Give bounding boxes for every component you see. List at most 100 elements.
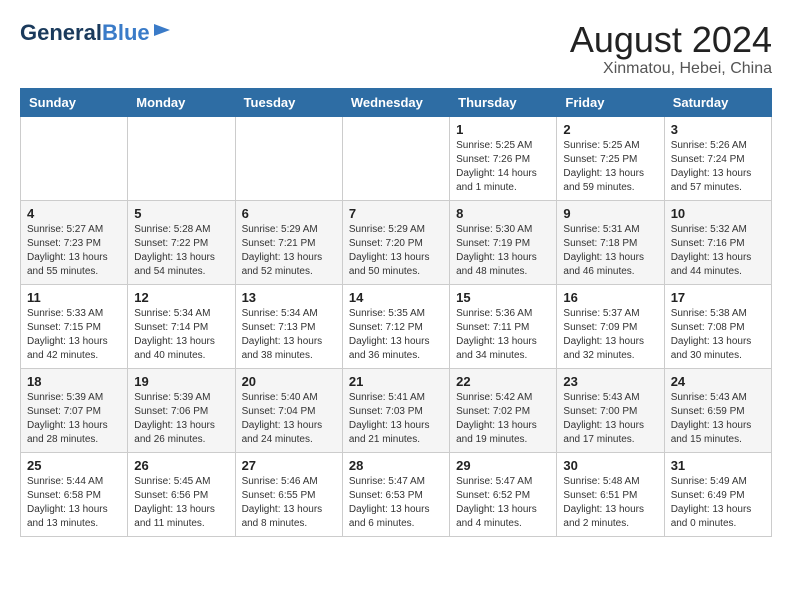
day-info: Sunrise: 5:48 AMSunset: 6:51 PMDaylight:… bbox=[563, 475, 657, 531]
day-number: 25 bbox=[27, 458, 121, 473]
logo-text: GeneralBlue bbox=[20, 22, 150, 44]
day-number: 3 bbox=[671, 122, 765, 137]
day-number: 6 bbox=[242, 206, 336, 221]
weekday-header-row: Sunday Monday Tuesday Wednesday Thursday… bbox=[21, 88, 772, 116]
calendar-cell: 26 Sunrise: 5:45 AMSunset: 6:56 PMDayligh… bbox=[128, 452, 235, 536]
col-saturday: Saturday bbox=[664, 88, 771, 116]
day-number: 22 bbox=[456, 374, 550, 389]
day-info: Sunrise: 5:25 AMSunset: 7:26 PMDaylight:… bbox=[456, 139, 550, 195]
calendar-cell: 23Sunrise: 5:43 AMSunset: 7:00 PMDayligh… bbox=[557, 368, 664, 452]
day-number: 17 bbox=[671, 290, 765, 305]
day-info: Sunrise: 5:49 AMSunset: 6:49 PMDaylight:… bbox=[671, 475, 765, 531]
day-info: Sunrise: 5:40 AMSunset: 7:04 PMDaylight:… bbox=[242, 391, 336, 447]
day-number: 20 bbox=[242, 374, 336, 389]
week-row-2: 4 Sunrise: 5:27 AMSunset: 7:23 PMDaylight… bbox=[21, 200, 772, 284]
calendar-cell: 22 Sunrise: 5:42 AMSunset: 7:02 PMDayligh… bbox=[450, 368, 557, 452]
week-row-3: 11 Sunrise: 5:33 AMSunset: 7:15 PMDayligh… bbox=[21, 284, 772, 368]
col-tuesday: Tuesday bbox=[235, 88, 342, 116]
day-info: Sunrise: 5:34 AMSunset: 7:14 PMDaylight:… bbox=[134, 307, 228, 363]
day-info: Sunrise: 5:47 AMSunset: 6:53 PMDaylight:… bbox=[349, 475, 443, 531]
calendar-cell: 6 Sunrise: 5:29 AMSunset: 7:21 PMDaylight… bbox=[235, 200, 342, 284]
day-number: 15 bbox=[456, 290, 550, 305]
location: Xinmatou, Hebei, China bbox=[570, 60, 772, 78]
day-info: Sunrise: 5:31 AMSunset: 7:18 PMDaylight:… bbox=[563, 223, 657, 279]
calendar-cell: 2 Sunrise: 5:25 AMSunset: 7:25 PMDaylight… bbox=[557, 116, 664, 200]
calendar-cell: 3 Sunrise: 5:26 AMSunset: 7:24 PMDaylight… bbox=[664, 116, 771, 200]
day-number: 18 bbox=[27, 374, 121, 389]
calendar-cell bbox=[342, 116, 449, 200]
calendar-cell: 4 Sunrise: 5:27 AMSunset: 7:23 PMDaylight… bbox=[21, 200, 128, 284]
day-number: 10 bbox=[671, 206, 765, 221]
col-sunday: Sunday bbox=[21, 88, 128, 116]
col-friday: Friday bbox=[557, 88, 664, 116]
calendar-cell: 10Sunrise: 5:32 AMSunset: 7:16 PMDayligh… bbox=[664, 200, 771, 284]
day-number: 24 bbox=[671, 374, 765, 389]
day-number: 1 bbox=[456, 122, 550, 137]
day-number: 13 bbox=[242, 290, 336, 305]
calendar-cell: 9 Sunrise: 5:31 AMSunset: 7:18 PMDaylight… bbox=[557, 200, 664, 284]
week-row-1: 1 Sunrise: 5:25 AMSunset: 7:26 PMDaylight… bbox=[21, 116, 772, 200]
calendar-cell: 16Sunrise: 5:37 AMSunset: 7:09 PMDayligh… bbox=[557, 284, 664, 368]
calendar-cell: 17Sunrise: 5:38 AMSunset: 7:08 PMDayligh… bbox=[664, 284, 771, 368]
day-number: 7 bbox=[349, 206, 443, 221]
day-info: Sunrise: 5:42 AMSunset: 7:02 PMDaylight:… bbox=[456, 391, 550, 447]
calendar-cell bbox=[128, 116, 235, 200]
day-info: Sunrise: 5:41 AMSunset: 7:03 PMDaylight:… bbox=[349, 391, 443, 447]
day-number: 26 bbox=[134, 458, 228, 473]
day-number: 2 bbox=[563, 122, 657, 137]
calendar-table: Sunday Monday Tuesday Wednesday Thursday… bbox=[20, 88, 772, 537]
day-info: Sunrise: 5:46 AMSunset: 6:55 PMDaylight:… bbox=[242, 475, 336, 531]
day-info: Sunrise: 5:33 AMSunset: 7:15 PMDaylight:… bbox=[27, 307, 121, 363]
day-info: Sunrise: 5:29 AMSunset: 7:20 PMDaylight:… bbox=[349, 223, 443, 279]
day-number: 14 bbox=[349, 290, 443, 305]
calendar-cell: 15 Sunrise: 5:36 AMSunset: 7:11 PMDayligh… bbox=[450, 284, 557, 368]
calendar-cell: 1 Sunrise: 5:25 AMSunset: 7:26 PMDaylight… bbox=[450, 116, 557, 200]
day-number: 30 bbox=[563, 458, 657, 473]
day-info: Sunrise: 5:36 AMSunset: 7:11 PMDaylight:… bbox=[456, 307, 550, 363]
calendar-cell: 8Sunrise: 5:30 AMSunset: 7:19 PMDaylight… bbox=[450, 200, 557, 284]
day-info: Sunrise: 5:35 AMSunset: 7:12 PMDaylight:… bbox=[349, 307, 443, 363]
week-row-5: 25 Sunrise: 5:44 AMSunset: 6:58 PMDayligh… bbox=[21, 452, 772, 536]
day-info: Sunrise: 5:44 AMSunset: 6:58 PMDaylight:… bbox=[27, 475, 121, 531]
day-number: 16 bbox=[563, 290, 657, 305]
day-info: Sunrise: 5:43 AMSunset: 6:59 PMDaylight:… bbox=[671, 391, 765, 447]
page: GeneralBlue August 2024 Xinmatou, Hebei,… bbox=[0, 0, 792, 547]
day-info: Sunrise: 5:29 AMSunset: 7:21 PMDaylight:… bbox=[242, 223, 336, 279]
calendar-cell: 20 Sunrise: 5:40 AMSunset: 7:04 PMDayligh… bbox=[235, 368, 342, 452]
logo-arrow-icon bbox=[152, 20, 172, 40]
week-row-4: 18Sunrise: 5:39 AMSunset: 7:07 PMDayligh… bbox=[21, 368, 772, 452]
col-monday: Monday bbox=[128, 88, 235, 116]
calendar-cell: 14 Sunrise: 5:35 AMSunset: 7:12 PMDayligh… bbox=[342, 284, 449, 368]
calendar-cell: 11 Sunrise: 5:33 AMSunset: 7:15 PMDayligh… bbox=[21, 284, 128, 368]
day-number: 12 bbox=[134, 290, 228, 305]
calendar-cell: 29Sunrise: 5:47 AMSunset: 6:52 PMDayligh… bbox=[450, 452, 557, 536]
day-number: 27 bbox=[242, 458, 336, 473]
calendar-cell bbox=[21, 116, 128, 200]
calendar-cell: 25 Sunrise: 5:44 AMSunset: 6:58 PMDayligh… bbox=[21, 452, 128, 536]
day-number: 19 bbox=[134, 374, 228, 389]
day-info: Sunrise: 5:30 AMSunset: 7:19 PMDaylight:… bbox=[456, 223, 550, 279]
calendar-cell: 19Sunrise: 5:39 AMSunset: 7:06 PMDayligh… bbox=[128, 368, 235, 452]
header: GeneralBlue August 2024 Xinmatou, Hebei,… bbox=[20, 20, 772, 78]
day-number: 29 bbox=[456, 458, 550, 473]
calendar-cell: 21 Sunrise: 5:41 AMSunset: 7:03 PMDayligh… bbox=[342, 368, 449, 452]
day-number: 5 bbox=[134, 206, 228, 221]
day-info: Sunrise: 5:27 AMSunset: 7:23 PMDaylight:… bbox=[27, 223, 121, 279]
day-number: 9 bbox=[563, 206, 657, 221]
day-number: 4 bbox=[27, 206, 121, 221]
calendar-cell: 31 Sunrise: 5:49 AMSunset: 6:49 PMDayligh… bbox=[664, 452, 771, 536]
day-info: Sunrise: 5:25 AMSunset: 7:25 PMDaylight:… bbox=[563, 139, 657, 195]
calendar-cell: 12 Sunrise: 5:34 AMSunset: 7:14 PMDayligh… bbox=[128, 284, 235, 368]
day-info: Sunrise: 5:28 AMSunset: 7:22 PMDaylight:… bbox=[134, 223, 228, 279]
day-number: 21 bbox=[349, 374, 443, 389]
col-thursday: Thursday bbox=[450, 88, 557, 116]
calendar-cell: 18Sunrise: 5:39 AMSunset: 7:07 PMDayligh… bbox=[21, 368, 128, 452]
day-number: 28 bbox=[349, 458, 443, 473]
calendar-cell bbox=[235, 116, 342, 200]
day-info: Sunrise: 5:43 AMSunset: 7:00 PMDaylight:… bbox=[563, 391, 657, 447]
day-number: 31 bbox=[671, 458, 765, 473]
day-number: 11 bbox=[27, 290, 121, 305]
col-wednesday: Wednesday bbox=[342, 88, 449, 116]
day-info: Sunrise: 5:45 AMSunset: 6:56 PMDaylight:… bbox=[134, 475, 228, 531]
day-info: Sunrise: 5:26 AMSunset: 7:24 PMDaylight:… bbox=[671, 139, 765, 195]
